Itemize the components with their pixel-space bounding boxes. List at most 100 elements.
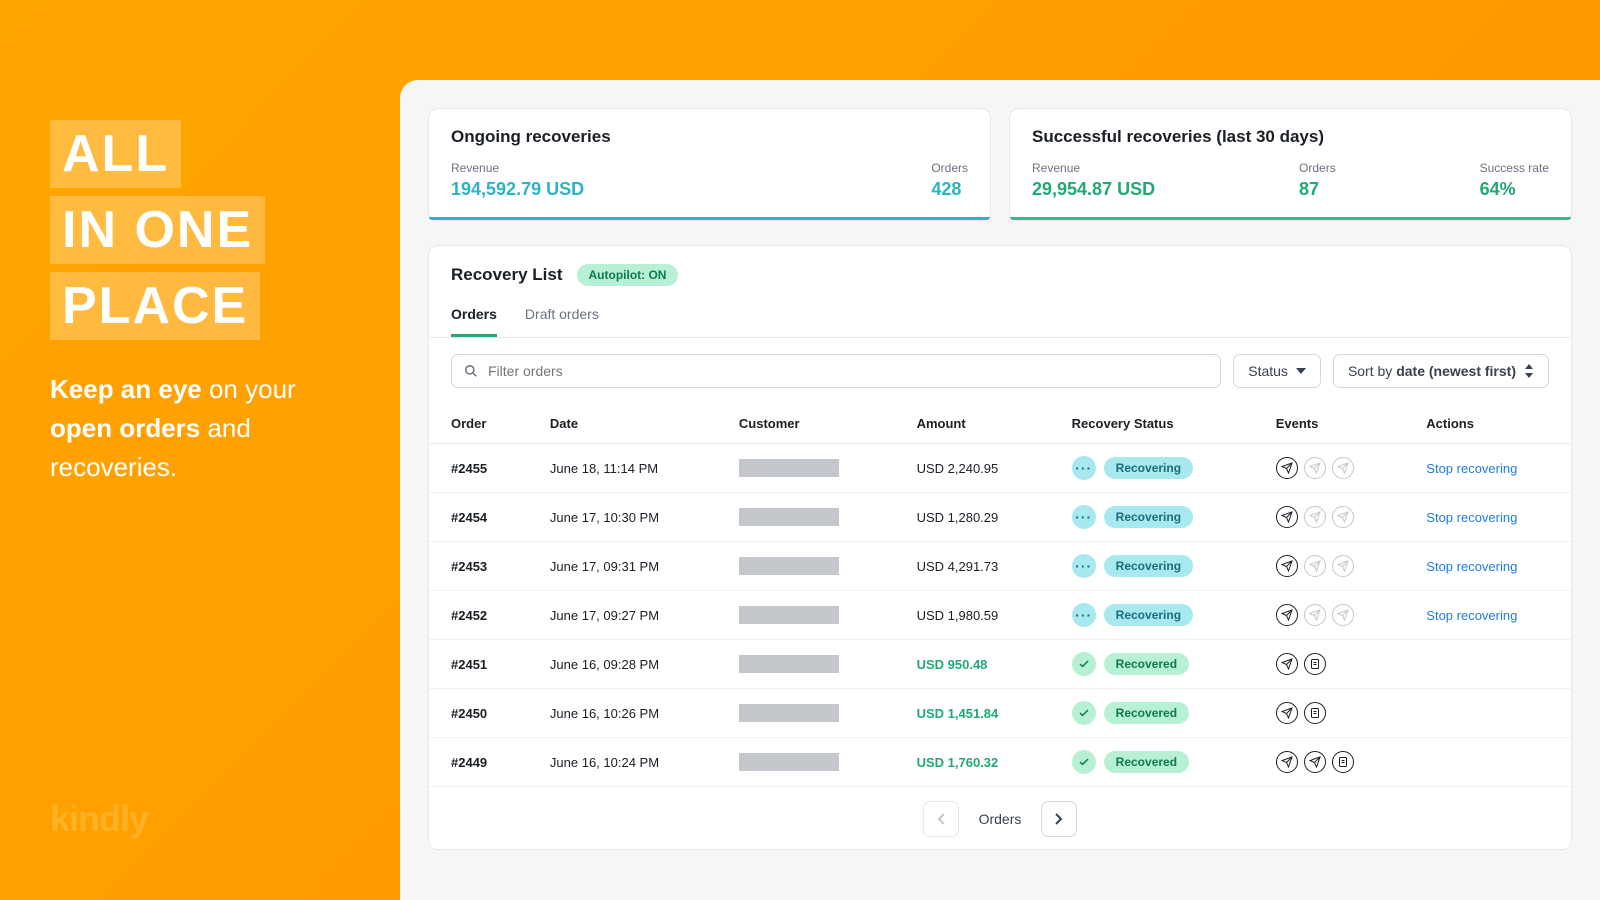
order-id: #2452 [429, 591, 528, 640]
table-row[interactable]: #2452 June 17, 09:27 PM USD 1,980.59 ···… [429, 591, 1571, 640]
filter-orders-input[interactable] [488, 363, 1208, 379]
send-icon[interactable] [1276, 751, 1298, 773]
stop-recovering-link[interactable]: Stop recovering [1426, 608, 1517, 623]
autopilot-badge[interactable]: Autopilot: ON [577, 264, 679, 286]
marketing-sidebar: ALL IN ONE PLACE Keep an eye on your ope… [0, 0, 400, 900]
next-page-button[interactable] [1041, 801, 1077, 837]
check-icon [1072, 750, 1096, 774]
redacted-customer [739, 704, 839, 722]
brand-logo: kindly [50, 798, 350, 840]
send-icon[interactable] [1276, 702, 1298, 724]
status-pill: Recovering [1104, 506, 1193, 528]
actions-cell [1404, 640, 1571, 689]
redacted-customer [739, 606, 839, 624]
send-icon[interactable] [1332, 457, 1354, 479]
stop-recovering-link[interactable]: Stop recovering [1426, 510, 1517, 525]
recovery-list-title: Recovery List [451, 265, 563, 285]
send-icon[interactable] [1332, 506, 1354, 528]
order-amount: USD 1,980.59 [895, 591, 1050, 640]
send-icon[interactable] [1276, 653, 1298, 675]
table-row[interactable]: #2450 June 16, 10:26 PM USD 1,451.84 Rec… [429, 689, 1571, 738]
metric-orders: Orders 428 [931, 161, 968, 200]
send-icon[interactable] [1276, 555, 1298, 577]
send-icon[interactable] [1332, 604, 1354, 626]
send-icon[interactable] [1304, 751, 1326, 773]
order-id: #2455 [429, 444, 528, 493]
status-pill: Recovering [1104, 457, 1193, 479]
th-actions: Actions [1404, 404, 1571, 444]
events-cell [1254, 444, 1405, 493]
send-icon[interactable] [1332, 555, 1354, 577]
send-icon[interactable] [1276, 506, 1298, 528]
table-row[interactable]: #2455 June 18, 11:14 PM USD 2,240.95 ···… [429, 444, 1571, 493]
events-cell [1254, 689, 1405, 738]
chevron-right-icon [1055, 813, 1063, 825]
tabs: Orders Draft orders [429, 296, 1571, 338]
table-row[interactable]: #2449 June 16, 10:24 PM USD 1,760.32 Rec… [429, 738, 1571, 787]
hero-sub-strong: open orders [50, 413, 200, 443]
customer-cell [717, 493, 895, 542]
table-row[interactable]: #2453 June 17, 09:31 PM USD 4,291.73 ···… [429, 542, 1571, 591]
customer-cell [717, 542, 895, 591]
stop-recovering-link[interactable]: Stop recovering [1426, 559, 1517, 574]
search-icon [464, 364, 478, 378]
order-id: #2450 [429, 689, 528, 738]
chevron-left-icon [937, 813, 945, 825]
metric-revenue: Revenue 29,954.87 USD [1032, 161, 1155, 200]
send-icon[interactable] [1304, 555, 1326, 577]
recovery-status-cell: ··· Recovering [1050, 542, 1254, 591]
th-status: Recovery Status [1050, 404, 1254, 444]
events-cell [1254, 542, 1405, 591]
filter-orders-search[interactable] [451, 354, 1221, 388]
th-date: Date [528, 404, 717, 444]
events-cell [1254, 493, 1405, 542]
sort-updown-icon [1524, 364, 1534, 378]
status-filter-button[interactable]: Status [1233, 354, 1321, 388]
table-row[interactable]: #2451 June 16, 09:28 PM USD 950.48 Recov… [429, 640, 1571, 689]
app-window: Ongoing recoveries Revenue 194,592.79 US… [400, 80, 1600, 900]
metric-revenue: Revenue 194,592.79 USD [451, 161, 584, 200]
card-ongoing-recoveries: Ongoing recoveries Revenue 194,592.79 US… [428, 108, 991, 221]
ellipsis-icon: ··· [1072, 456, 1096, 480]
recovery-status-cell: Recovered [1050, 738, 1254, 787]
events-cell [1254, 591, 1405, 640]
order-amount: USD 4,291.73 [895, 542, 1050, 591]
customer-cell [717, 738, 895, 787]
metric-orders: Orders 87 [1299, 161, 1336, 200]
card-successful-recoveries: Successful recoveries (last 30 days) Rev… [1009, 108, 1572, 221]
order-id: #2449 [429, 738, 528, 787]
recovery-status-cell: ··· Recovering [1050, 591, 1254, 640]
order-date: June 18, 11:14 PM [528, 444, 717, 493]
send-icon[interactable] [1304, 604, 1326, 626]
document-icon[interactable] [1332, 751, 1354, 773]
actions-cell [1404, 689, 1571, 738]
order-id: #2454 [429, 493, 528, 542]
order-amount: USD 950.48 [895, 640, 1050, 689]
document-icon[interactable] [1304, 653, 1326, 675]
status-pill: Recovering [1104, 555, 1193, 577]
send-icon[interactable] [1304, 457, 1326, 479]
sort-button[interactable]: Sort by date (newest first) [1333, 354, 1549, 388]
hero-title: ALL IN ONE PLACE [50, 120, 350, 340]
prev-page-button[interactable] [923, 801, 959, 837]
tab-draft-orders[interactable]: Draft orders [525, 296, 599, 337]
document-icon[interactable] [1304, 702, 1326, 724]
th-amount: Amount [895, 404, 1050, 444]
status-pill: Recovered [1104, 702, 1189, 724]
order-amount: USD 2,240.95 [895, 444, 1050, 493]
table-row[interactable]: #2454 June 17, 10:30 PM USD 1,280.29 ···… [429, 493, 1571, 542]
tab-orders[interactable]: Orders [451, 296, 497, 337]
order-id: #2451 [429, 640, 528, 689]
redacted-customer [739, 753, 839, 771]
status-pill: Recovered [1104, 653, 1189, 675]
recovery-status-cell: Recovered [1050, 640, 1254, 689]
send-icon[interactable] [1304, 506, 1326, 528]
send-icon[interactable] [1276, 604, 1298, 626]
redacted-customer [739, 459, 839, 477]
hero-line3: PLACE [50, 272, 260, 340]
ellipsis-icon: ··· [1072, 505, 1096, 529]
metric-success-rate: Success rate 64% [1480, 161, 1549, 200]
send-icon[interactable] [1276, 457, 1298, 479]
stop-recovering-link[interactable]: Stop recovering [1426, 461, 1517, 476]
order-amount: USD 1,451.84 [895, 689, 1050, 738]
